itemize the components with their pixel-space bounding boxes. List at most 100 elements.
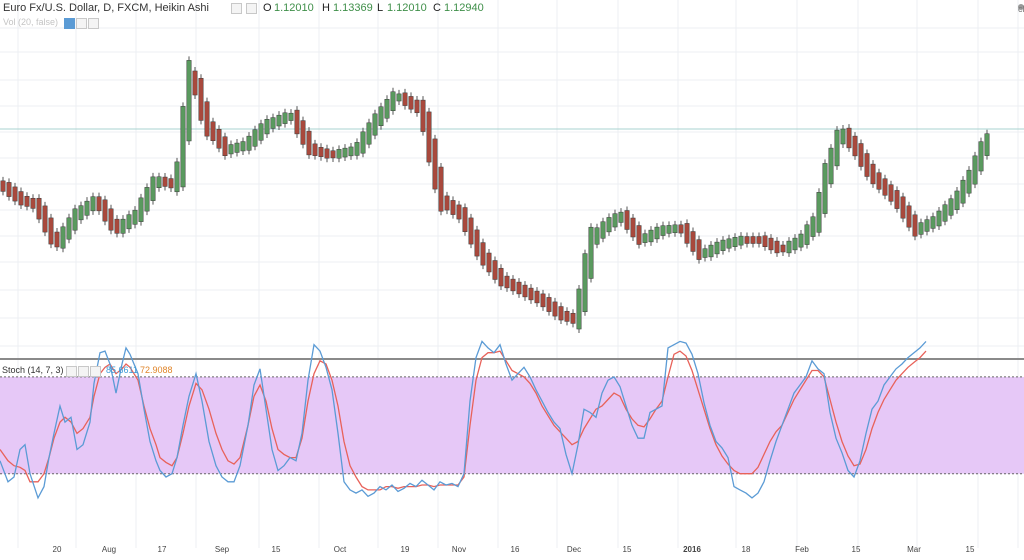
candle-body <box>846 127 852 149</box>
candle-body <box>108 208 114 231</box>
candle-body <box>474 229 480 257</box>
candle-body <box>978 141 984 172</box>
stoch-k-value: 85.6611 <box>106 365 138 375</box>
candle-body <box>906 205 912 228</box>
candle-body <box>732 237 738 247</box>
settings-icon[interactable] <box>76 18 87 29</box>
candle-body <box>930 216 936 229</box>
candle-body <box>690 231 696 252</box>
chart-root: 20 Aug 17 Sep 15 Oct 19 Nov 16 Dec 15 2016 18 Feb 15 Ma… <box>0 0 1024 560</box>
candle-body <box>120 218 126 234</box>
candle-body <box>654 226 660 240</box>
candle-body <box>30 197 36 209</box>
candle-body <box>462 207 468 232</box>
close-icon[interactable] <box>88 18 99 29</box>
x-tick-label: 2016 <box>683 545 701 554</box>
candle-body <box>54 231 60 248</box>
x-tick-label: Oct <box>334 545 347 554</box>
close-icon[interactable] <box>90 366 101 377</box>
candle-body <box>234 142 240 153</box>
candle-body <box>822 163 828 214</box>
candle-body <box>552 301 558 317</box>
candle-body <box>918 222 924 235</box>
candle-body <box>864 153 870 177</box>
candle-body <box>66 217 72 240</box>
candle-body <box>636 225 642 245</box>
volume-label[interactable]: Vol (20, false) <box>3 17 58 27</box>
candle-body <box>24 195 30 207</box>
candle-body <box>618 211 624 223</box>
candle-body <box>522 284 528 298</box>
candle-body <box>84 200 90 216</box>
candle-body <box>528 287 534 301</box>
candle-body <box>156 176 162 188</box>
symbol-title[interactable]: Euro Fx/U.S. Dollar, D, FXCM, Heikin Ash… <box>3 2 209 14</box>
candle-body <box>408 96 414 110</box>
candle-body <box>252 129 258 147</box>
candle-body <box>600 221 606 239</box>
candle-body <box>222 136 228 156</box>
ohlc-low-value: 1.12010 <box>387 2 427 14</box>
visibility-icon[interactable] <box>66 366 77 377</box>
candle-body <box>258 123 264 141</box>
candle-body <box>48 217 54 245</box>
candle-body <box>6 182 12 197</box>
candle-body <box>306 130 312 156</box>
candle-body <box>294 109 300 135</box>
candle-body <box>498 267 504 287</box>
x-tick-label: 18 <box>742 545 751 554</box>
candle-body <box>546 297 552 312</box>
candle-body <box>18 191 24 206</box>
candle-body <box>696 239 702 260</box>
candle-body <box>336 149 342 159</box>
candle-body <box>264 119 270 135</box>
candle-body <box>186 60 192 142</box>
candle-body <box>486 252 492 273</box>
candle-body <box>414 99 420 114</box>
candle-body <box>810 216 816 237</box>
candle-body <box>576 288 582 330</box>
candle-body <box>396 93 402 102</box>
candle-body <box>708 244 714 258</box>
candle-body <box>216 129 222 149</box>
candle-body <box>678 224 684 234</box>
candle-body <box>720 239 726 251</box>
candle-body <box>828 147 834 185</box>
candle-body <box>372 113 378 136</box>
ohlc-open-label: O <box>263 2 272 14</box>
candle-body <box>960 179 966 204</box>
candle-body <box>330 150 336 159</box>
candle-body <box>432 138 438 190</box>
candle-body <box>852 135 858 157</box>
price-chart-svg[interactable]: 20 Aug 17 Sep 15 Oct 19 Nov 16 Dec 15 2016 18 Feb 15 Ma… <box>0 0 1024 560</box>
ohlc-high-label: H <box>322 2 330 14</box>
settings-icon[interactable] <box>78 366 89 377</box>
x-tick-label: 16 <box>511 545 520 554</box>
candle-body <box>630 217 636 238</box>
stoch-label[interactable]: Stoch (14, 7, 3) <box>2 365 64 375</box>
settings-icon[interactable] <box>231 3 242 14</box>
candle-body <box>816 192 822 233</box>
candle-body <box>180 106 186 188</box>
candle-body <box>894 190 900 209</box>
close-icon[interactable] <box>246 3 257 14</box>
candle-body <box>648 229 654 243</box>
candle-body <box>0 180 6 192</box>
candle-body <box>168 178 174 189</box>
visibility-icon[interactable] <box>64 18 75 29</box>
candle-body <box>966 169 972 194</box>
candle-body <box>876 172 882 190</box>
candle-body <box>288 112 294 121</box>
candle-body <box>744 236 750 244</box>
candle-body <box>270 117 276 129</box>
candle-body <box>318 147 324 157</box>
candle-body <box>798 233 804 248</box>
candle-body <box>468 217 474 245</box>
candle-body <box>90 196 96 212</box>
candle-body <box>786 240 792 254</box>
candle-body <box>558 306 564 321</box>
candle-body <box>774 240 780 254</box>
x-tick-label: Nov <box>452 545 466 554</box>
candle-body <box>276 114 282 127</box>
pane-separator <box>0 358 1024 360</box>
